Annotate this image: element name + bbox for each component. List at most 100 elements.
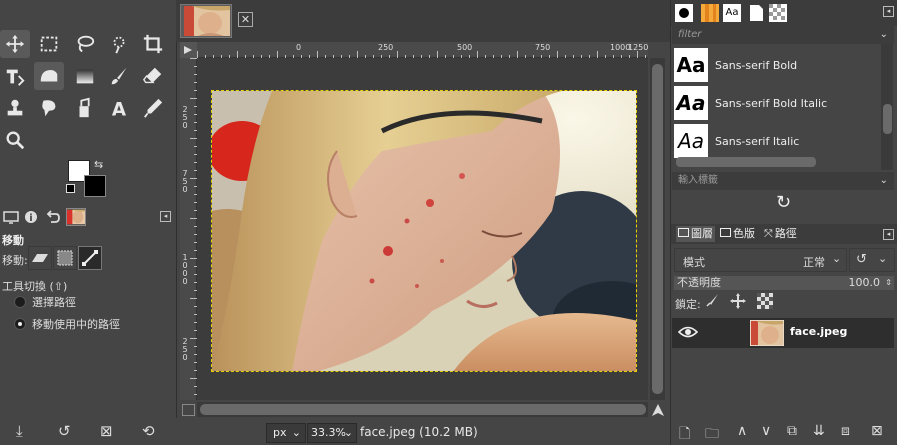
tool-options-tab-icon[interactable] xyxy=(2,209,19,225)
templates-tab-icon[interactable] xyxy=(769,4,787,22)
horizontal-scrollbar-thumb[interactable] xyxy=(200,404,646,415)
navigate-icon[interactable] xyxy=(650,402,666,418)
ruler-corner-icon[interactable] xyxy=(180,42,197,58)
chevron-down-icon: ⌄ xyxy=(879,175,888,186)
vertical-scrollbar-thumb[interactable] xyxy=(652,64,663,394)
merge-layer-icon[interactable]: ⇊ xyxy=(813,423,825,439)
raise-layer-icon[interactable]: ∧ xyxy=(737,423,747,439)
ruler-h-label: 750 xyxy=(535,43,551,52)
layer-mode-value: 正常 xyxy=(803,256,825,269)
font-list-item[interactable]: Aa Sans-serif Italic xyxy=(674,122,880,160)
configure-tab-icon[interactable]: ◂ xyxy=(160,211,171,222)
chevron-down-icon: ⌄ xyxy=(879,29,888,40)
document-history-tab-icon[interactable] xyxy=(747,4,765,22)
lower-layer-icon[interactable]: ∨ xyxy=(761,423,771,439)
add-mask-icon[interactable]: ⧈ xyxy=(841,423,850,439)
patterns-tab-icon[interactable] xyxy=(701,4,719,22)
eraser-tool-icon[interactable] xyxy=(138,62,168,90)
toolbox: A ⇆ i ◂ 移動 移動: 工具切換 (⇧) 選擇路徑 移動使用中的路徑 ⤓ … xyxy=(0,0,176,445)
horizontal-ruler: 0 250 500 750 1000 1250 xyxy=(197,42,648,58)
save-options-icon[interactable]: ⤓ xyxy=(16,422,23,440)
radio-move-active-path[interactable]: 移動使用中的路徑 xyxy=(14,316,120,332)
refresh-fonts-button[interactable]: ↻ xyxy=(776,192,791,213)
configure-tab-icon[interactable]: ◂ xyxy=(883,6,894,17)
tab-paths-label: 路徑 xyxy=(774,227,797,240)
opacity-spin-icon[interactable]: ⇕ xyxy=(885,276,892,290)
lock-position-icon[interactable] xyxy=(730,293,746,312)
opacity-label: 不透明度 xyxy=(677,276,721,289)
zoom-select[interactable]: 33.3% ⌄ xyxy=(307,423,357,443)
lock-pixels-icon[interactable] xyxy=(706,293,720,311)
radio-button-selected[interactable] xyxy=(14,318,26,330)
delete-options-icon[interactable]: ⊠ xyxy=(100,422,113,440)
font-filter-input[interactable]: filter ⌄ xyxy=(672,26,894,44)
tag-input[interactable]: 輸入標籤 ⌄ xyxy=(672,172,894,190)
move-selection-icon[interactable] xyxy=(53,246,77,270)
svg-text:A: A xyxy=(112,99,127,119)
text-tool-icon[interactable]: A xyxy=(104,94,134,122)
tab-channels[interactable]: 色版 xyxy=(718,226,757,242)
reset-colors-icon[interactable] xyxy=(66,184,75,193)
dodge-burn-tool-icon[interactable] xyxy=(70,94,100,122)
fonts-tab-icon[interactable]: Aa xyxy=(723,4,741,22)
font-list-item[interactable]: Aa Sans-serif Bold Italic xyxy=(674,84,880,122)
new-layer-icon[interactable]: 🗋 xyxy=(679,423,690,445)
duplicate-layer-icon[interactable]: ⧉ xyxy=(787,423,797,439)
move-path-icon[interactable] xyxy=(78,246,102,270)
transform-tool-icon[interactable] xyxy=(0,62,30,90)
rect-select-tool-icon[interactable] xyxy=(34,30,64,58)
svg-text:i: i xyxy=(29,213,32,224)
layer-name[interactable]: face.jpeg xyxy=(790,325,847,338)
swap-colors-icon[interactable]: ⇆ xyxy=(94,158,103,171)
brushes-tab-icon[interactable] xyxy=(675,4,693,22)
images-tab-thumbnail[interactable] xyxy=(66,208,86,226)
tab-paths[interactable]: ⤧ 路徑 xyxy=(762,226,799,242)
ruler-v-label: 0 xyxy=(182,121,188,130)
zoom-value: 33.3% xyxy=(311,426,346,439)
close-image-tab-button[interactable]: ✕ xyxy=(238,12,253,27)
color-picker-tool-icon[interactable] xyxy=(138,94,168,122)
chevron-down-icon: ⌄ xyxy=(343,426,353,439)
lock-alpha-icon[interactable] xyxy=(757,293,773,312)
delete-layer-icon[interactable]: ⊠ xyxy=(871,423,883,439)
gradient-tool-icon[interactable] xyxy=(70,62,100,90)
opacity-slider[interactable]: 不透明度 100.0 ⇕ xyxy=(674,276,894,290)
layer-mode-select[interactable]: 模式 正常 ⌄ xyxy=(674,248,847,272)
layer-thumbnail xyxy=(750,320,784,346)
radio-pick-path[interactable]: 選擇路徑 xyxy=(14,294,76,310)
reset-options-icon[interactable]: ⟲ xyxy=(142,422,155,440)
unit-select[interactable]: px ⌄ xyxy=(266,423,306,443)
paths-icon: ⤧ xyxy=(764,227,773,240)
paintbrush-tool-icon[interactable] xyxy=(104,62,134,90)
move-layer-icon[interactable] xyxy=(28,246,52,270)
font-list-item[interactable]: Aa Sans-serif Bold xyxy=(674,46,880,84)
configure-tab-icon[interactable]: ◂ xyxy=(883,229,894,240)
move-tool-icon[interactable] xyxy=(0,30,30,58)
reset-mode-icon: ↺ xyxy=(856,252,867,267)
radio-button[interactable] xyxy=(14,296,26,308)
warp-tool-icon[interactable] xyxy=(34,62,64,90)
ruler-v-label: 0 xyxy=(182,185,188,194)
restore-options-icon[interactable]: ↺ xyxy=(58,422,71,440)
tool-options-title: 移動 xyxy=(2,234,24,247)
layer-mode-reset-button[interactable]: ↺ ⌄ xyxy=(849,248,895,272)
background-color-swatch[interactable] xyxy=(84,175,106,197)
canvas-image[interactable] xyxy=(211,90,637,372)
crop-tool-icon[interactable] xyxy=(138,30,168,58)
font-list-scrollbar-thumb[interactable] xyxy=(883,104,892,134)
undo-history-tab-icon[interactable] xyxy=(44,209,61,225)
radio-move-active-path-label: 移動使用中的路徑 xyxy=(32,318,120,331)
clone-tool-icon[interactable] xyxy=(0,94,30,122)
new-layer-group-icon[interactable]: 🗀 xyxy=(705,423,719,445)
eye-icon[interactable] xyxy=(677,325,699,342)
fuzzy-select-tool-icon[interactable] xyxy=(104,30,134,58)
quick-mask-toggle-icon[interactable] xyxy=(182,404,195,416)
font-list-hscrollbar-thumb[interactable] xyxy=(676,157,816,167)
smudge-tool-icon[interactable] xyxy=(34,94,64,122)
lasso-tool-icon[interactable] xyxy=(70,30,100,58)
gimp-window: A ⇆ i ◂ 移動 移動: 工具切換 (⇧) 選擇路徑 移動使用中的路徑 ⤓ … xyxy=(0,0,897,445)
device-status-tab-icon[interactable]: i xyxy=(22,209,39,225)
tab-layers[interactable]: 圖層 xyxy=(676,226,715,242)
image-info-text: face.jpeg (10.2 MB) xyxy=(360,425,478,439)
zoom-tool-icon[interactable] xyxy=(0,126,30,154)
